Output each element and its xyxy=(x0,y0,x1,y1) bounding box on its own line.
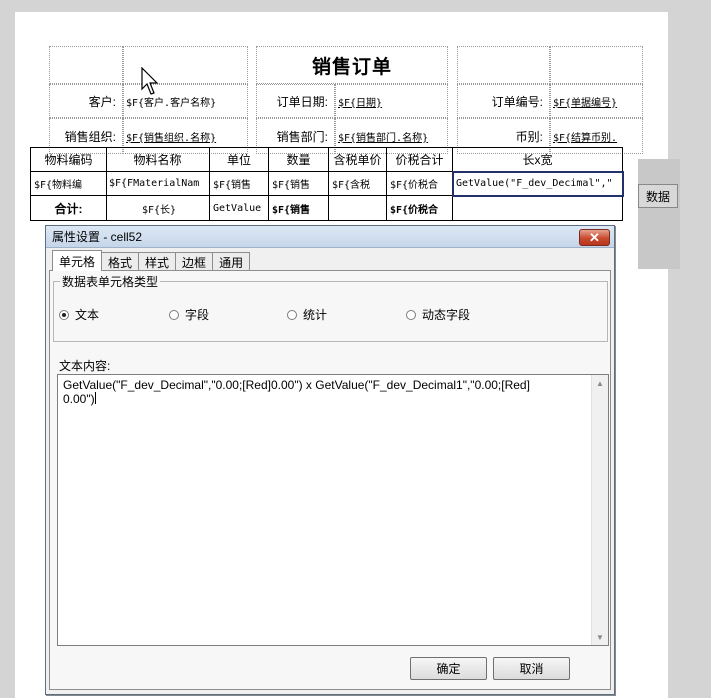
detail-material-name[interactable]: $F{FMaterialNam xyxy=(106,172,210,196)
total-label[interactable]: 合计: xyxy=(30,196,107,221)
radio-unchecked-icon xyxy=(406,309,416,320)
mouse-cursor-icon xyxy=(141,67,159,95)
scroll-down-icon[interactable]: ▼ xyxy=(592,629,608,645)
report-cell[interactable] xyxy=(550,46,643,84)
radio-dynamic-field[interactable]: 动态字段 xyxy=(406,306,470,323)
header-quantity[interactable]: 数量 xyxy=(269,147,329,172)
header-material-name[interactable]: 物料名称 xyxy=(106,147,210,172)
radio-field-label: 字段 xyxy=(185,308,210,322)
radio-statistics-label: 统计 xyxy=(303,308,328,322)
text-content-input[interactable]: GetValue("F_dev_Decimal","0.00;[Red]0.00… xyxy=(57,374,609,646)
report-cell[interactable] xyxy=(49,46,123,84)
header-total[interactable]: 价税合计 xyxy=(387,147,453,172)
scroll-up-icon[interactable]: ▲ xyxy=(592,375,608,391)
data-label[interactable]: 数据 xyxy=(638,184,678,208)
order-number-field[interactable]: $F{单据编号} xyxy=(550,84,643,118)
tab-general[interactable]: 通用 xyxy=(212,252,251,271)
tab-bar: 单元格 格式 样式 边框 通用 xyxy=(52,250,251,271)
property-dialog: 属性设置 - cell52 ✕ 单元格 格式 样式 边框 通用 数据表单元格类型… xyxy=(45,225,615,695)
radio-statistics[interactable]: 统计 xyxy=(287,306,327,323)
report-cell[interactable] xyxy=(457,46,550,84)
dialog-titlebar[interactable]: 属性设置 - cell52 xyxy=(46,226,614,248)
detail-material-code[interactable]: $F{物料编 xyxy=(30,172,107,196)
radio-field[interactable]: 字段 xyxy=(169,306,209,323)
dialog-title: 属性设置 - cell52 xyxy=(52,230,143,244)
header-length-width[interactable]: 长x宽 xyxy=(453,147,623,172)
report-title[interactable]: 销售订单 xyxy=(256,46,448,84)
radio-unchecked-icon xyxy=(287,309,297,320)
cell-type-group: 数据表单元格类型 文本 字段 统计 动态字段 xyxy=(53,273,608,342)
total-length[interactable]: $F{长} xyxy=(106,196,210,221)
radio-checked-icon xyxy=(59,309,69,320)
radio-unchecked-icon xyxy=(169,309,179,320)
text-content-label: 文本内容: xyxy=(59,359,111,373)
header-unit-price[interactable]: 含税单价 xyxy=(329,147,387,172)
order-number-label[interactable]: 订单编号: xyxy=(457,84,550,118)
order-date-field[interactable]: $F{日期} xyxy=(335,84,448,118)
vertical-scrollbar[interactable]: ▲ ▼ xyxy=(591,375,608,645)
close-button[interactable]: ✕ xyxy=(579,229,610,246)
total-unit[interactable]: GetValue xyxy=(210,196,269,221)
total-quantity[interactable]: $F{销售 xyxy=(269,196,329,221)
tab-format[interactable]: 格式 xyxy=(101,252,140,271)
text-content-value: GetValue("F_dev_Decimal","0.00;[Red]0.00… xyxy=(63,378,530,406)
total-unit-price[interactable] xyxy=(329,196,387,221)
radio-text-label: 文本 xyxy=(75,308,100,322)
selected-cell-outline xyxy=(452,171,624,197)
group-title: 数据表单元格类型 xyxy=(60,273,161,290)
radio-dynamic-field-label: 动态字段 xyxy=(422,308,471,322)
tab-cell[interactable]: 单元格 xyxy=(52,250,103,271)
total-length-width[interactable] xyxy=(453,196,623,221)
grey-column xyxy=(638,159,680,269)
text-caret xyxy=(94,392,96,404)
cancel-button[interactable]: 取消 xyxy=(493,657,570,680)
tab-border[interactable]: 边框 xyxy=(175,252,214,271)
header-unit[interactable]: 单位 xyxy=(210,147,269,172)
detail-unit-price[interactable]: $F{含税 xyxy=(329,172,387,196)
order-date-label[interactable]: 订单日期: xyxy=(256,84,335,118)
total-amount[interactable]: $F{价税合 xyxy=(387,196,453,221)
detail-total[interactable]: $F{价税合 xyxy=(387,172,453,196)
detail-quantity[interactable]: $F{销售 xyxy=(269,172,329,196)
report-grid: 物料编码 物料名称 单位 数量 含税单价 价税合计 长x宽 $F{物料编 $F{… xyxy=(30,147,624,221)
tab-style[interactable]: 样式 xyxy=(138,252,177,271)
tab-panel: 数据表单元格类型 文本 字段 统计 动态字段 文本内容: GetValue("F… xyxy=(49,270,611,690)
detail-unit[interactable]: $F{销售 xyxy=(210,172,269,196)
radio-text[interactable]: 文本 xyxy=(59,306,99,323)
ok-button[interactable]: 确定 xyxy=(410,657,487,680)
header-material-code[interactable]: 物料编码 xyxy=(30,147,107,172)
customer-label[interactable]: 客户: xyxy=(49,84,123,118)
